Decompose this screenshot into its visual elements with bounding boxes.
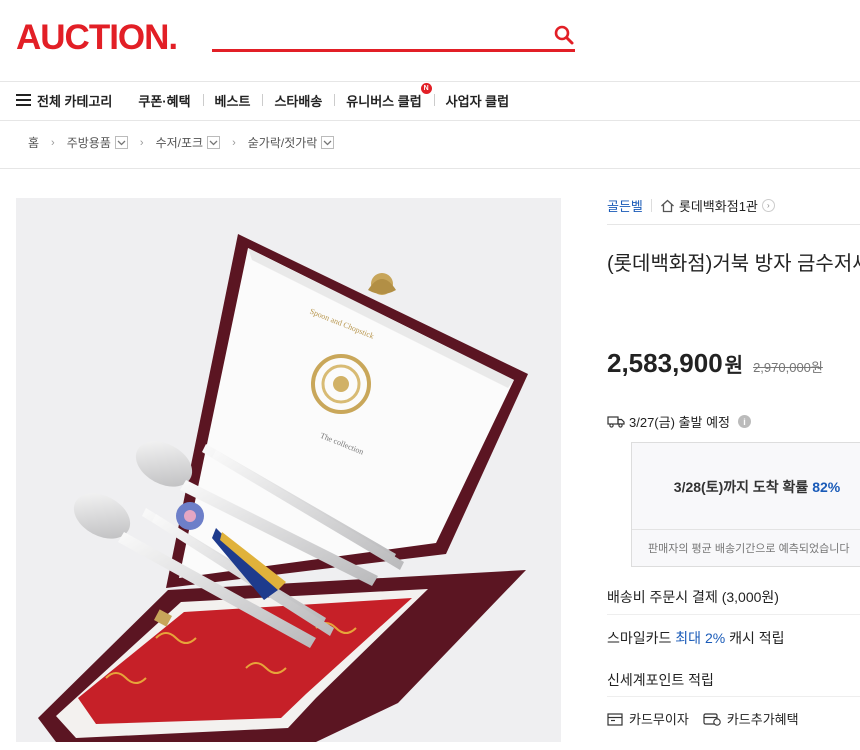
search-input[interactable] [212, 24, 548, 50]
breadcrumb-kitchen-label: 주방용품 [66, 136, 111, 150]
smile-card-benefit: 스마일카드 최대 2% 캐시 적립 [607, 628, 785, 648]
shipping-row: 3/27(금) 출발 예정 i [607, 412, 751, 431]
arrival-note: 판매자의 평균 배송기간으로 예측되었습니다 [648, 543, 850, 555]
card-extra-benefit-button[interactable]: 카드추가혜택 [703, 709, 799, 728]
nav-divider [0, 120, 860, 121]
breadcrumb-spoon-chopsticks[interactable]: 숟가락/젓가락 [248, 134, 335, 151]
store-link[interactable]: 롯데백화점1관 › [660, 196, 775, 215]
search-underline [212, 49, 575, 52]
menu-icon [16, 94, 31, 106]
chevron-down-icon[interactable] [207, 136, 221, 149]
search-bar [212, 24, 575, 52]
chevron-right-icon: › [139, 136, 144, 149]
truck-icon [607, 416, 625, 428]
chevron-right-icon: › [51, 136, 55, 149]
seller-divider [607, 224, 860, 225]
store-name: 롯데백화점1관 [678, 199, 758, 214]
shinsegae-point: 신세계포인트 적립 [607, 672, 714, 688]
calendar-icon [607, 712, 623, 726]
all-categories-label: 전체 카테고리 [37, 93, 113, 109]
breadcrumb-spoon-chopsticks-label: 숟가락/젓가락 [247, 136, 318, 150]
arrival-text: 3/28(토)까지 도착 확률 [673, 479, 809, 495]
info-icon[interactable]: i [737, 415, 751, 428]
divider [607, 614, 860, 615]
breadcrumb: 홈 › 주방용품 › 수저/포크 › 숟가락/젓가락 [28, 134, 335, 151]
price-unit: 원 [724, 355, 744, 377]
new-badge: N [420, 82, 432, 94]
divider [607, 696, 860, 697]
breadcrumb-divider [0, 168, 860, 169]
breadcrumb-cutlery[interactable]: 수저/포크 [156, 134, 221, 151]
chevron-right-icon: › [761, 199, 775, 212]
seller-row: 골든벨 롯데백화점1관 › [607, 196, 775, 215]
arrival-estimate-box: 3/28(토)까지 도착 확률 82% 판매자의 평균 배송기간으로 예측되었습… [631, 442, 860, 567]
breadcrumb-cutlery-label: 수저/포크 [155, 136, 204, 150]
main-nav: 전체 카테고리 쿠폰·혜택 베스트 스타배송 유니버스 클럽 N 사업자 클럽 [16, 82, 521, 112]
card-benefits-row: 카드무이자 카드추가혜택 [607, 709, 799, 728]
search-button[interactable] [553, 24, 575, 46]
nav-item-universe-club-label: 유니버스 클럽 [346, 93, 422, 109]
card-icon [703, 712, 721, 726]
cutlery-box-illustration: Spoon and Chopstick The collection [38, 234, 528, 742]
divider [650, 199, 652, 212]
all-categories-button[interactable]: 전체 카테고리 [16, 91, 112, 110]
product-image[interactable]: Spoon and Chopstick The collection [16, 198, 561, 742]
arrival-percent: 82% [812, 479, 841, 495]
card-interest-free-button[interactable]: 카드무이자 [607, 709, 689, 728]
home-icon [660, 199, 674, 212]
sale-price: 2,583,900 [607, 348, 723, 378]
chevron-right-icon: › [232, 136, 236, 149]
original-price: 2,970,000원 [753, 360, 823, 375]
auction-logo[interactable]: AUCTION. [16, 20, 178, 55]
nav-item-star-delivery[interactable]: 스타배송 [262, 91, 334, 110]
divider [632, 529, 860, 530]
brand-link[interactable]: 골든벨 [607, 196, 643, 215]
nav-item-universe-club[interactable]: 유니버스 클럽 N [334, 82, 433, 110]
card-extra-benefit-label: 카드추가혜택 [726, 712, 799, 727]
header-divider [0, 81, 860, 82]
nav-item-business-club[interactable]: 사업자 클럽 [433, 91, 521, 110]
shipping-date: 3/27(금) 출발 예정 [629, 415, 730, 430]
nav-item-best[interactable]: 베스트 [202, 91, 263, 110]
breadcrumb-kitchen[interactable]: 주방용품 [67, 134, 128, 151]
product-title: (롯데백화점)거북 방자 금수저세트 [607, 253, 860, 275]
chevron-down-icon[interactable] [114, 136, 128, 149]
shipping-fee: 배송비 주문시 결제 (3,000원) [607, 589, 779, 605]
smile-card-highlight: 최대 2% [675, 630, 726, 646]
arrival-estimate: 3/28(토)까지 도착 확률 82% [632, 477, 860, 497]
breadcrumb-home[interactable]: 홈 [28, 134, 39, 151]
smile-card-suffix: 캐시 적립 [725, 630, 785, 646]
smile-card-prefix: 스마일카드 [607, 630, 676, 646]
card-interest-free-label: 카드무이자 [629, 712, 689, 727]
search-icon [554, 25, 574, 45]
chevron-down-icon[interactable] [321, 136, 335, 149]
price-row: 2,583,900 원 2,970,000원 [607, 348, 823, 379]
nav-item-coupon[interactable]: 쿠폰·혜택 [138, 91, 202, 110]
